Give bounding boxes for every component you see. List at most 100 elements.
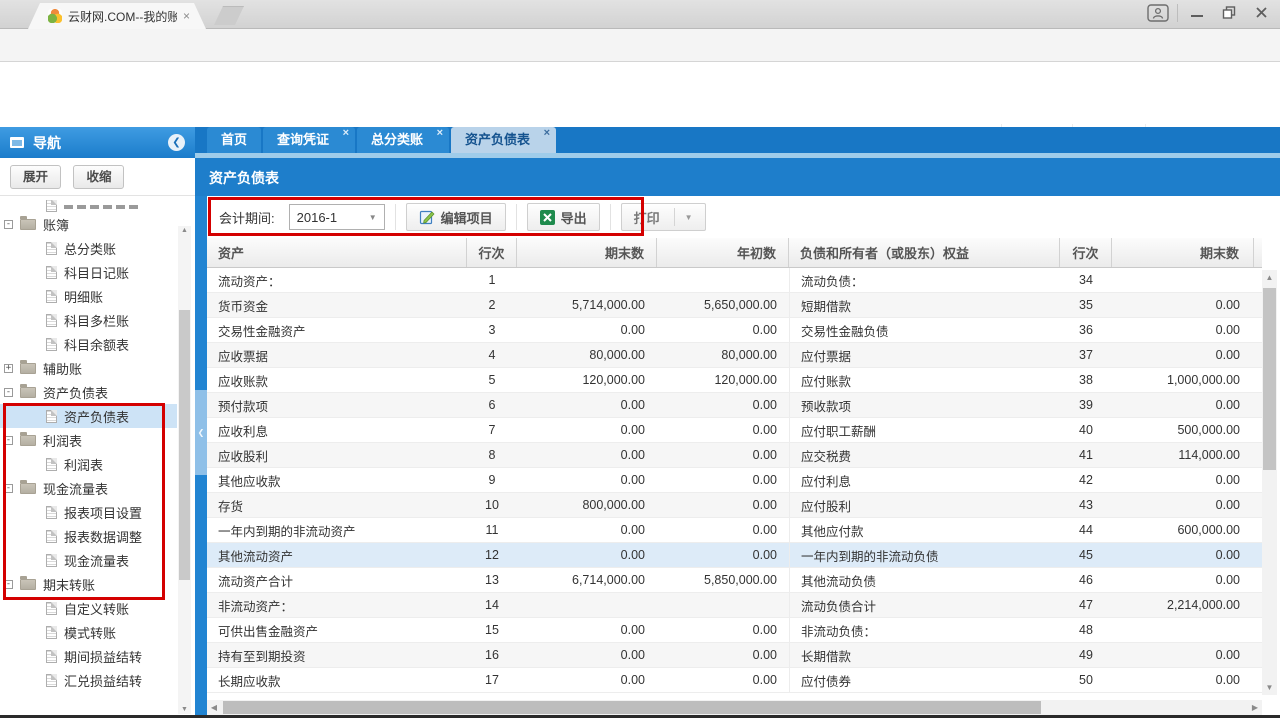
tab-close-icon[interactable]: ×: [544, 127, 550, 139]
tree-folder-利润表[interactable]: -利润表: [0, 428, 177, 452]
collapse-toggle-icon[interactable]: -: [4, 484, 13, 493]
tab-close-icon[interactable]: ×: [437, 127, 443, 139]
col-header-liability[interactable]: 负债和所有者（或股东）权益: [789, 238, 1060, 267]
liability-line-cell: 49: [1060, 643, 1112, 667]
col-header-ending2[interactable]: 期末数: [1112, 238, 1254, 267]
scroll-down-icon[interactable]: ▼: [1262, 683, 1277, 692]
scroll-right-icon[interactable]: ▶: [1248, 700, 1262, 715]
tab-资产负债表[interactable]: 资产负债表×: [451, 127, 556, 153]
expand-toggle-icon[interactable]: +: [4, 364, 13, 373]
scroll-down-icon[interactable]: ▼: [178, 706, 191, 713]
table-row[interactable]: 交易性金融资产30.000.00交易性金融负债360.00: [207, 318, 1262, 343]
tree-item-自定义转账[interactable]: 自定义转账: [0, 596, 177, 620]
asset-line-cell: 15: [467, 618, 517, 642]
table-row[interactable]: 持有至到期投资160.000.00长期借款490.00: [207, 643, 1262, 668]
expand-all-button[interactable]: 展开: [10, 165, 61, 189]
table-row[interactable]: 应收票据480,000.0080,000.00应付票据370.00: [207, 343, 1262, 368]
tree-item-汇兑损益结转[interactable]: 汇兑损益结转: [0, 668, 177, 692]
tree-folder-期末转账[interactable]: -期末转账: [0, 572, 177, 596]
horizontal-scrollbar-thumb[interactable]: [223, 701, 1041, 714]
tree-scrollbar[interactable]: ▲ ▼: [178, 226, 191, 714]
table-row[interactable]: 预付款项60.000.00预收款项390.00: [207, 393, 1262, 418]
vertical-scrollbar-thumb[interactable]: [1263, 288, 1276, 470]
table-row[interactable]: 非流动资产：14流动负债合计472,214,000.00: [207, 593, 1262, 618]
tree-item-期间损益结转[interactable]: 期间损益结转: [0, 644, 177, 668]
collapse-all-button[interactable]: 收缩: [73, 165, 124, 189]
splitter-collapse-handle[interactable]: ❮: [195, 390, 207, 475]
tree-item-明细账[interactable]: 明细账: [0, 284, 177, 308]
period-select[interactable]: 2016-1 ▼: [289, 204, 385, 230]
tab-close-icon[interactable]: ×: [343, 127, 349, 139]
asset-beginning-cell: 0.00: [657, 543, 789, 567]
vertical-scrollbar[interactable]: ▲ ▼: [1262, 270, 1277, 695]
collapse-toggle-icon[interactable]: -: [4, 580, 13, 589]
asset-line-cell: 9: [467, 468, 517, 492]
tree-item-科目日记账[interactable]: 科目日记账: [0, 260, 177, 284]
table-row[interactable]: 应收利息70.000.00应付职工薪酬40500,000.00: [207, 418, 1262, 443]
close-button[interactable]: [1248, 2, 1274, 23]
tree-item-总分类账[interactable]: 总分类账: [0, 236, 177, 260]
col-header-asset[interactable]: 资产: [207, 238, 467, 267]
tab-总分类账[interactable]: 总分类账×: [357, 127, 449, 153]
profile-icon[interactable]: [1145, 2, 1171, 23]
horizontal-scrollbar[interactable]: ◀ ▶: [207, 700, 1262, 715]
tree-item-科目余额表[interactable]: 科目余额表: [0, 332, 177, 356]
table-row[interactable]: 长期应收款170.000.00应付债券500.00: [207, 668, 1262, 693]
table-row[interactable]: 其他流动资产120.000.00一年内到期的非流动负债450.00: [207, 543, 1262, 568]
table-row[interactable]: 应收账款5120,000.00120,000.00应付账款381,000,000…: [207, 368, 1262, 393]
tree-item-partial[interactable]: [0, 200, 177, 212]
tree-item-现金流量表[interactable]: 现金流量表: [0, 548, 177, 572]
liability-ending-cell: 0.00: [1112, 543, 1254, 567]
print-button[interactable]: 打印 ▼: [621, 203, 706, 231]
col-header-line[interactable]: 行次: [467, 238, 517, 267]
scroll-left-icon[interactable]: ◀: [207, 700, 221, 715]
tree-folder-辅助账[interactable]: +辅助账: [0, 356, 177, 380]
panel-splitter[interactable]: ❮: [195, 127, 207, 718]
tree-scrollbar-thumb[interactable]: [179, 310, 190, 580]
browser-tab[interactable]: 云财网.COM--我的账套 ×: [28, 3, 206, 29]
scroll-up-icon[interactable]: ▲: [178, 227, 191, 234]
new-tab-button[interactable]: [214, 6, 244, 25]
tree-folder-现金流量表[interactable]: -现金流量表: [0, 476, 177, 500]
tree-item-报表项目设置[interactable]: 报表项目设置: [0, 500, 177, 524]
tree-item-科目多栏账[interactable]: 科目多栏账: [0, 308, 177, 332]
liability-ending-cell: 2,214,000.00: [1112, 593, 1254, 617]
tree-item-模式转账[interactable]: 模式转账: [0, 620, 177, 644]
divider: [395, 204, 396, 230]
browser-tab-close-icon[interactable]: ×: [183, 9, 190, 23]
asset-name-cell: 交易性金融资产: [207, 318, 467, 342]
edit-items-button[interactable]: 编辑项目: [406, 203, 506, 231]
tree-item-报表数据调整[interactable]: 报表数据调整: [0, 524, 177, 548]
export-button[interactable]: 导出: [527, 203, 600, 231]
table-row[interactable]: 流动资产：1流动负债：34: [207, 268, 1262, 293]
restore-button[interactable]: [1216, 2, 1242, 23]
tree-folder-账簿[interactable]: -账簿: [0, 212, 177, 236]
collapse-toggle-icon[interactable]: -: [4, 436, 13, 445]
table-row[interactable]: 应收股利80.000.00应交税费41114,000.00: [207, 443, 1262, 468]
asset-name-cell: 可供出售金融资产: [207, 618, 467, 642]
table-row[interactable]: 货币资金25,714,000.005,650,000.00短期借款350.00: [207, 293, 1262, 318]
col-header-line2[interactable]: 行次: [1060, 238, 1112, 267]
asset-ending-cell: 800,000.00: [517, 493, 657, 517]
table-row[interactable]: 一年内到期的非流动资产110.000.00其他应付款44600,000.00: [207, 518, 1262, 543]
liability-ending-cell: 114,000.00: [1112, 443, 1254, 467]
tree-folder-资产负债表[interactable]: -资产负债表: [0, 380, 177, 404]
table-row[interactable]: 流动资产合计136,714,000.005,850,000.00其他流动负债46…: [207, 568, 1262, 593]
tree-item-资产负债表-selected[interactable]: 资产负债表: [0, 404, 177, 428]
collapse-toggle-icon[interactable]: -: [4, 220, 13, 229]
nav-collapse-icon[interactable]: ❮: [168, 134, 185, 151]
liability-line-cell: 34: [1060, 268, 1112, 292]
tab-首页[interactable]: 首页: [207, 127, 261, 153]
tree-item-利润表[interactable]: 利润表: [0, 452, 177, 476]
table-row[interactable]: 可供出售金融资产150.000.00非流动负债：48: [207, 618, 1262, 643]
tab-查询凭证[interactable]: 查询凭证×: [263, 127, 355, 153]
col-header-beginning[interactable]: 年初数: [657, 238, 789, 267]
print-dropdown[interactable]: ▼: [674, 208, 693, 226]
liability-name-cell: 交易性金融负债: [789, 318, 1060, 342]
table-row[interactable]: 其他应收款90.000.00应付利息420.00: [207, 468, 1262, 493]
table-row[interactable]: 存货10800,000.000.00应付股利430.00: [207, 493, 1262, 518]
minimize-button[interactable]: [1184, 2, 1210, 23]
col-header-ending[interactable]: 期末数: [517, 238, 657, 267]
collapse-toggle-icon[interactable]: -: [4, 388, 13, 397]
scroll-up-icon[interactable]: ▲: [1262, 273, 1277, 282]
